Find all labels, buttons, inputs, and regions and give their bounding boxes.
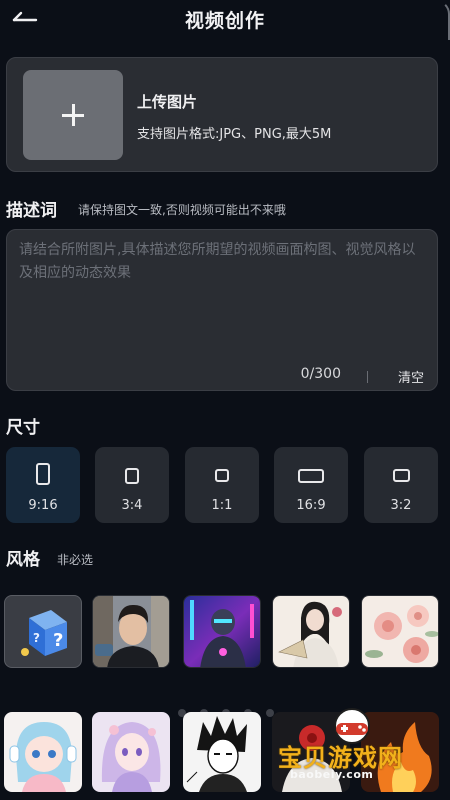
description-box: 0/300 清空 — [6, 229, 438, 391]
style-anime[interactable] — [92, 712, 170, 792]
style-options-row: ? ? — [0, 595, 450, 670]
ratio-3-2-icon — [393, 469, 410, 482]
cyberpunk-robot — [184, 596, 260, 667]
size-option-label: 3:4 — [121, 498, 143, 513]
size-option-3-2[interactable]: 3:2 — [364, 447, 438, 523]
square-ratio-icon — [215, 469, 229, 482]
description-hint: 请保持图文一致,否则视频可能出不来哦 — [78, 203, 286, 217]
landscape-ratio-icon — [298, 469, 324, 483]
upload-title: 上传图片 — [137, 93, 198, 111]
size-option-9-16[interactable]: 9:16 — [6, 447, 80, 523]
style-ink-painting[interactable] — [272, 595, 350, 668]
page-title: 视频创作 — [184, 10, 265, 32]
size-option-1-1[interactable]: 1:1 — [185, 447, 259, 523]
size-option-3-4[interactable]: 3:4 — [95, 447, 169, 523]
size-option-16-9[interactable]: 16:9 — [274, 447, 348, 523]
counter-divider — [367, 371, 368, 383]
upload-image-button[interactable] — [23, 70, 123, 160]
size-options: 9:16 3:4 1:1 16:9 3:2 — [6, 447, 438, 523]
size-label: 尺寸 — [6, 418, 40, 438]
ratio-3-4-icon — [125, 468, 139, 484]
style-random[interactable]: ? ? — [4, 595, 82, 668]
style-realistic-portrait[interactable] — [92, 595, 170, 668]
size-option-label: 1:1 — [211, 498, 233, 513]
svg-text:?: ? — [53, 630, 63, 651]
style-label: 风格 — [6, 550, 40, 570]
clear-button[interactable]: 清空 — [398, 367, 424, 386]
size-option-label: 16:9 — [296, 498, 326, 513]
pink-flowers — [362, 596, 438, 667]
young-man-portrait — [93, 596, 169, 667]
portrait-ratio-icon — [36, 463, 50, 485]
ink-painting-lady — [273, 596, 349, 667]
size-option-label: 9:16 — [28, 498, 58, 513]
watermark: 宝贝游戏网 baobeiy.com — [272, 708, 450, 800]
svg-text:?: ? — [33, 631, 40, 645]
anime-girl-purple — [92, 712, 170, 792]
style-watercolor-flowers[interactable] — [361, 595, 439, 668]
header: 视频创作 — [0, 0, 450, 38]
watermark-url: baobeiy.com — [290, 768, 374, 781]
manga-sketch-boy — [183, 712, 261, 792]
style-manga[interactable] — [183, 712, 261, 792]
style-optional-hint: 非必选 — [57, 553, 94, 567]
char-counter: 0/300 — [300, 366, 341, 382]
chibi-girl-headphones — [4, 712, 82, 792]
description-input[interactable] — [19, 239, 427, 359]
description-label: 描述词 — [6, 201, 57, 221]
size-option-label: 3:2 — [390, 498, 412, 513]
random-box-icon: ? ? — [21, 610, 67, 656]
style-cyberpunk[interactable] — [183, 595, 261, 668]
upload-card: 上传图片 支持图片格式:JPG、PNG,最大5M — [6, 57, 438, 172]
upload-format-hint: 支持图片格式:JPG、PNG,最大5M — [137, 127, 332, 142]
style-chibi[interactable] — [4, 712, 82, 792]
